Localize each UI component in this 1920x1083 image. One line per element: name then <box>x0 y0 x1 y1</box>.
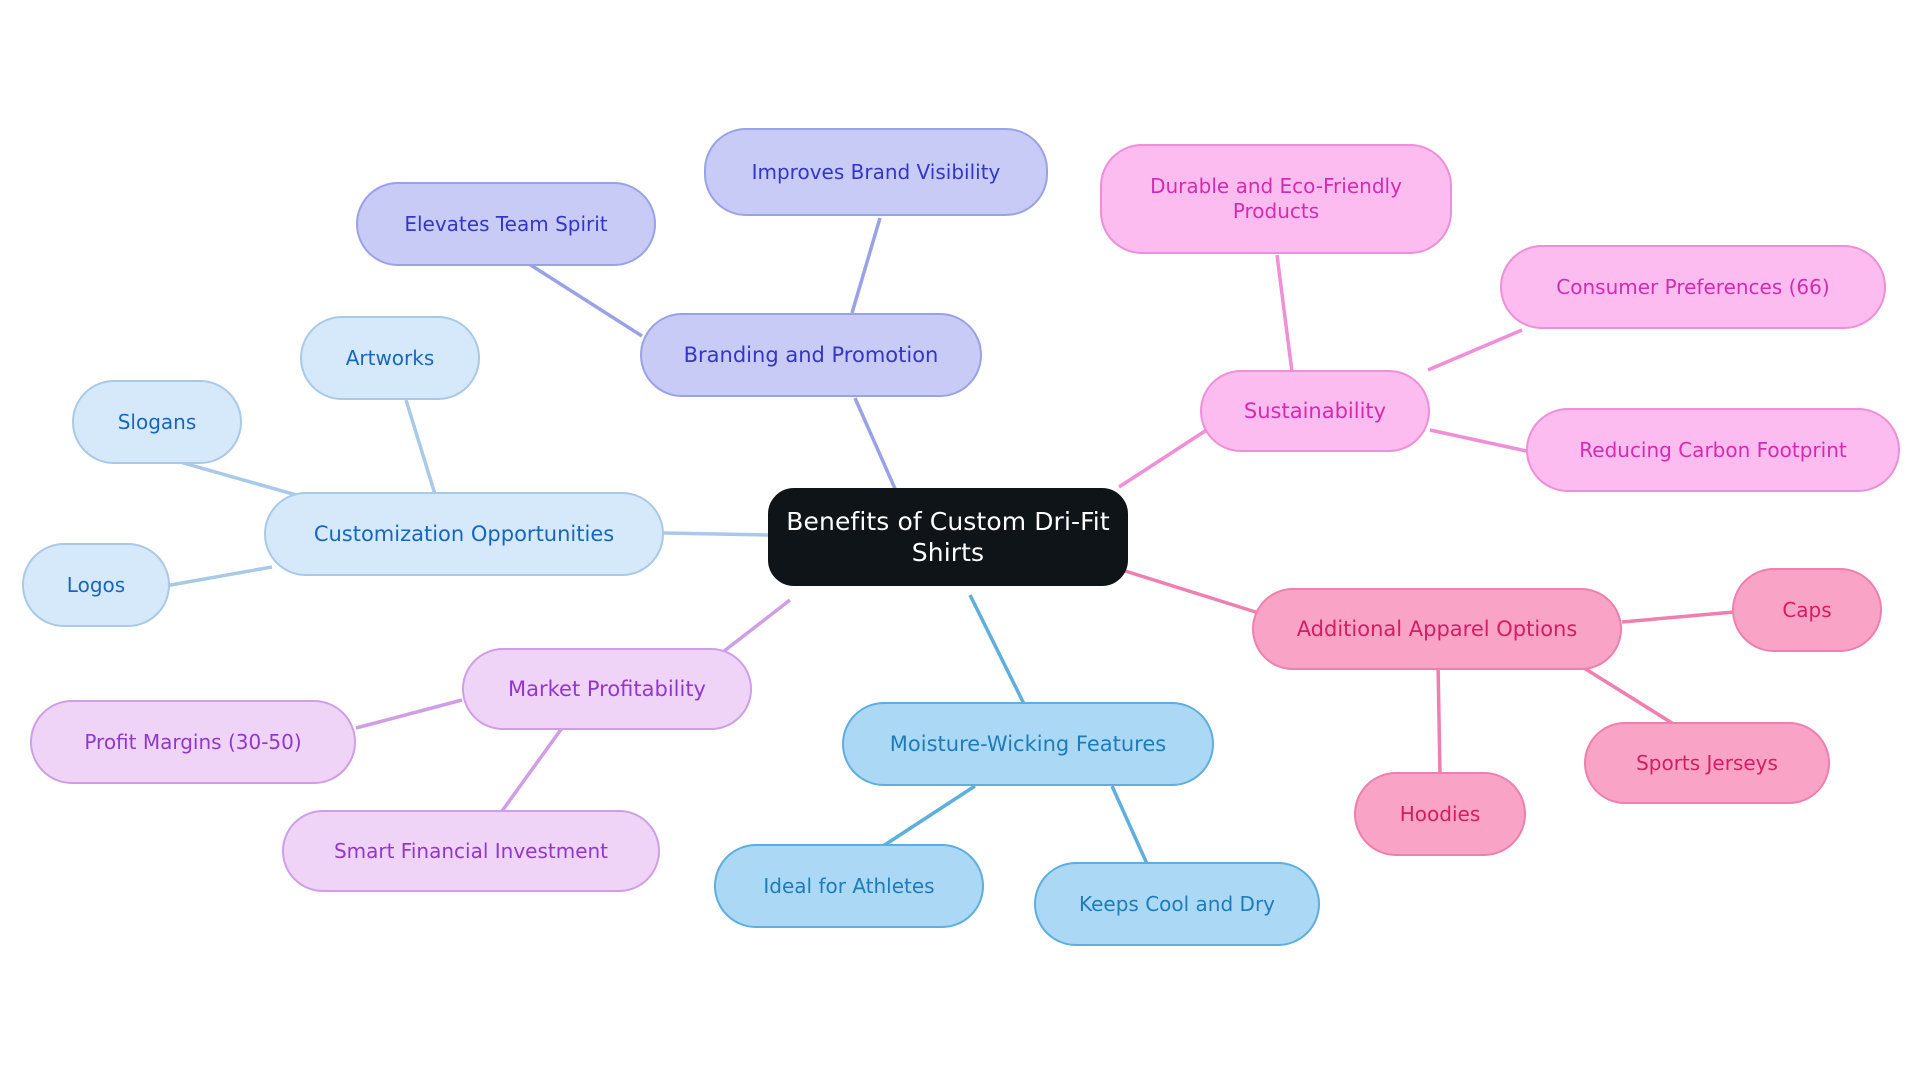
edge-sustainability-durable-eco <box>1275 254 1294 373</box>
child-node-keeps-cool-and-dry[interactable]: Keeps Cool and Dry <box>1034 862 1320 946</box>
mindmap-canvas: Benefits of Custom Dri-Fit Shirts Brandi… <box>0 0 1920 1083</box>
edge-moisture-ideal-athletes <box>879 784 976 850</box>
branch-node-additional-apparel-options[interactable]: Additional Apparel Options <box>1252 588 1622 670</box>
child-node-slogans[interactable]: Slogans <box>72 380 242 464</box>
child-node-caps[interactable]: Caps <box>1732 568 1882 652</box>
edge-root-moisture-wicking <box>968 594 1030 713</box>
edge-market-smart-investment <box>495 726 564 820</box>
branch-node-branding[interactable]: Branding and Promotion <box>640 313 982 397</box>
edge-branding-team-spirit <box>514 253 643 338</box>
edge-root-apparel-options <box>1121 568 1263 616</box>
edge-customization-artworks <box>404 399 440 505</box>
edge-sustainability-consumer-preferences <box>1427 328 1523 372</box>
branch-node-market-profitability[interactable]: Market Profitability <box>462 648 752 730</box>
edge-root-branding <box>853 397 902 501</box>
child-node-profit-margins[interactable]: Profit Margins (30-50) <box>30 700 356 784</box>
child-node-smart-financial-investment[interactable]: Smart Financial Investment <box>282 810 660 892</box>
edge-market-profit-margins <box>355 698 463 730</box>
edge-moisture-keeps-cool <box>1110 785 1150 867</box>
edge-root-customization <box>663 531 769 537</box>
edge-apparel-hoodies <box>1436 661 1442 776</box>
child-node-logos[interactable]: Logos <box>22 543 170 627</box>
edge-apparel-caps <box>1621 610 1735 624</box>
branch-node-customization-opportunities[interactable]: Customization Opportunities <box>264 492 664 576</box>
child-node-durable-eco-friendly-products[interactable]: Durable and Eco-Friendly Products <box>1100 144 1452 254</box>
edge-customization-logos <box>164 565 273 588</box>
child-node-improves-brand-visibility[interactable]: Improves Brand Visibility <box>704 128 1048 216</box>
child-node-hoodies[interactable]: Hoodies <box>1354 772 1526 856</box>
child-node-elevates-team-spirit[interactable]: Elevates Team Spirit <box>356 182 656 266</box>
branch-node-moisture-wicking-features[interactable]: Moisture-Wicking Features <box>842 702 1214 786</box>
child-node-consumer-preferences[interactable]: Consumer Preferences (66) <box>1500 245 1886 329</box>
child-node-sports-jerseys[interactable]: Sports Jerseys <box>1584 722 1830 804</box>
edge-branding-brand-visibility <box>850 217 882 314</box>
child-node-ideal-for-athletes[interactable]: Ideal for Athletes <box>714 844 984 928</box>
child-node-reducing-carbon-footprint[interactable]: Reducing Carbon Footprint <box>1526 408 1900 492</box>
child-node-artworks[interactable]: Artworks <box>300 316 480 400</box>
branch-node-sustainability[interactable]: Sustainability <box>1200 370 1430 452</box>
root-node[interactable]: Benefits of Custom Dri-Fit Shirts <box>768 488 1128 586</box>
